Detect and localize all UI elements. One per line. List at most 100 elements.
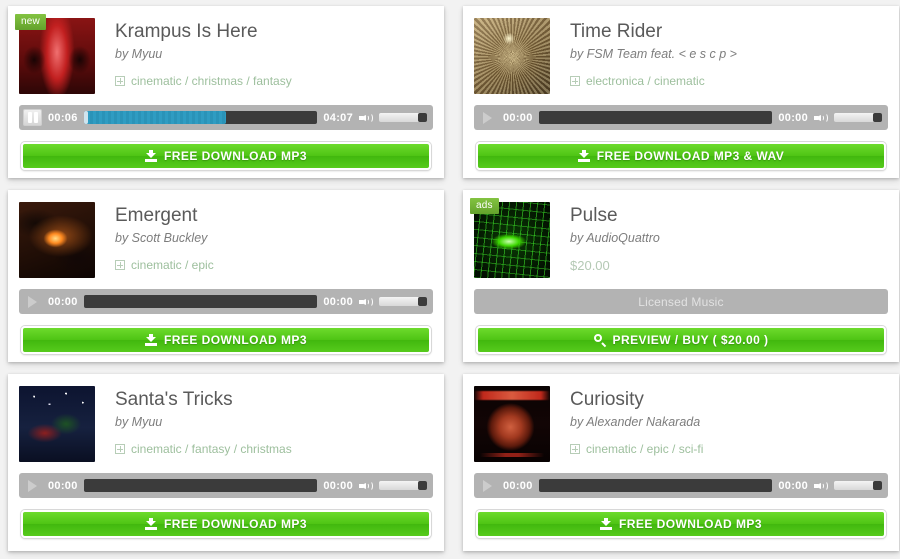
- speaker-body: [359, 299, 363, 304]
- volume-knob[interactable]: [418, 481, 427, 490]
- track-tags[interactable]: cinematic / fantasy / christmas: [115, 442, 292, 456]
- track-title[interactable]: Krampus Is Here: [115, 21, 292, 43]
- download-icon: [577, 150, 590, 162]
- progress-track[interactable]: [83, 479, 318, 492]
- total-time: 00:00: [778, 479, 808, 492]
- volume-knob[interactable]: [873, 113, 882, 122]
- track-card-grid: new Krampus Is Here by Myuu cinematic / chr…: [0, 0, 900, 554]
- thumbnail-wrap: new: [15, 14, 95, 94]
- track-tags-label: cinematic / epic: [131, 258, 214, 272]
- audio-player: 00:00 00:00: [19, 289, 433, 314]
- volume-slider[interactable]: [834, 113, 882, 122]
- play-button[interactable]: [23, 293, 42, 310]
- volume-knob[interactable]: [418, 297, 427, 306]
- track-tags[interactable]: cinematic / epic / sci-fi: [570, 442, 703, 456]
- play-triangle-icon: [28, 295, 37, 308]
- track-card: Time Rider by FSM Team feat. < e s c p > e…: [463, 6, 899, 178]
- sound-wave-2: [822, 480, 828, 491]
- track-tags-label: cinematic / christmas / fantasy: [131, 74, 292, 88]
- volume-slider[interactable]: [379, 113, 427, 122]
- volume-slider[interactable]: [379, 297, 427, 306]
- download-arrow-head: [146, 521, 156, 526]
- play-triangle-icon: [28, 479, 37, 492]
- volume-icon[interactable]: [814, 112, 828, 124]
- track-tags[interactable]: electronica / cinematic: [570, 74, 737, 88]
- track-title[interactable]: Emergent: [115, 205, 214, 227]
- play-button[interactable]: [478, 477, 497, 494]
- audio-player: 00:00 00:00: [474, 473, 888, 498]
- download-tray: [145, 159, 157, 162]
- volume-icon[interactable]: [359, 296, 373, 308]
- free-download-button[interactable]: FREE DOWNLOAD MP3: [21, 510, 431, 538]
- progress-track[interactable]: [538, 111, 773, 124]
- audio-player: 00:00 00:00: [19, 473, 433, 498]
- thumbnail-wrap: [19, 202, 95, 278]
- track-title[interactable]: Curiosity: [570, 389, 703, 411]
- volume-slider[interactable]: [834, 481, 882, 490]
- free-download-button[interactable]: FREE DOWNLOAD MP3: [476, 510, 886, 538]
- play-button[interactable]: [23, 477, 42, 494]
- free-download-button[interactable]: FREE DOWNLOAD MP3 & WAV: [476, 142, 886, 170]
- track-tags[interactable]: cinematic / christmas / fantasy: [115, 74, 292, 88]
- track-artist[interactable]: by AudioQuattro: [570, 231, 660, 246]
- thumbnail-wrap: [474, 386, 550, 462]
- track-card-header: Emergent by Scott Buckley cinematic / epic: [19, 202, 433, 278]
- download-tray: [145, 527, 157, 530]
- album-art-emergent[interactable]: [19, 202, 95, 278]
- search-handle: [600, 342, 606, 348]
- progress-track[interactable]: [83, 295, 318, 308]
- audio-player: 00:00 00:00: [474, 105, 888, 130]
- pause-button[interactable]: [23, 109, 42, 126]
- total-time: 00:00: [778, 111, 808, 124]
- free-download-button[interactable]: FREE DOWNLOAD MP3: [21, 142, 431, 170]
- volume-knob[interactable]: [418, 113, 427, 122]
- current-time: 00:00: [503, 479, 533, 492]
- licensed-music-strip: Licensed Music: [474, 289, 888, 314]
- track-meta: Emergent by Scott Buckley cinematic / epic: [95, 202, 214, 272]
- thumbnail-wrap: [19, 386, 95, 462]
- volume-icon[interactable]: [359, 480, 373, 492]
- track-tags[interactable]: cinematic / epic: [115, 258, 214, 272]
- track-title[interactable]: Pulse: [570, 205, 660, 227]
- progress-track[interactable]: [83, 111, 318, 124]
- track-meta: Krampus Is Here by Myuu cinematic / christ…: [95, 18, 292, 88]
- play-button[interactable]: [478, 109, 497, 126]
- track-card: Emergent by Scott Buckley cinematic / epic…: [8, 190, 444, 362]
- track-title[interactable]: Time Rider: [570, 21, 737, 43]
- progress-track[interactable]: [538, 479, 773, 492]
- play-triangle-icon: [483, 111, 492, 124]
- current-time: 00:06: [48, 111, 78, 124]
- pause-bar-left: [27, 112, 32, 123]
- track-artist[interactable]: by Alexander Nakarada: [570, 415, 703, 430]
- volume-slider[interactable]: [379, 481, 427, 490]
- progress-knob[interactable]: [83, 111, 88, 124]
- album-art-santas-tricks[interactable]: [19, 386, 95, 462]
- plus-box-icon: [115, 76, 125, 86]
- track-tags-label: electronica / cinematic: [586, 74, 705, 88]
- sound-wave-2: [822, 112, 828, 123]
- album-art-time-rider[interactable]: [474, 18, 550, 94]
- plus-box-icon: [115, 260, 125, 270]
- speaker-body: [814, 483, 818, 488]
- track-tags-label: cinematic / epic / sci-fi: [586, 442, 704, 456]
- track-artist[interactable]: by Myuu: [115, 415, 292, 430]
- download-tray: [145, 343, 157, 346]
- track-card: ads Pulse by AudioQuattro $20.00 Licensed Mu…: [463, 190, 899, 362]
- track-artist[interactable]: by Scott Buckley: [115, 231, 214, 246]
- current-time: 00:00: [48, 295, 78, 308]
- volume-icon[interactable]: [359, 112, 373, 124]
- cta-label: PREVIEW / BUY ( $20.00 ): [612, 333, 769, 347]
- plus-box-icon: [570, 76, 580, 86]
- track-artist[interactable]: by FSM Team feat. < e s c p >: [570, 47, 737, 62]
- current-time: 00:00: [48, 479, 78, 492]
- track-card: Curiosity by Alexander Nakarada cinematic …: [463, 374, 899, 551]
- track-artist[interactable]: by Myuu: [115, 47, 292, 62]
- volume-icon[interactable]: [814, 480, 828, 492]
- download-icon: [145, 518, 157, 530]
- preview-buy-button[interactable]: PREVIEW / BUY ( $20.00 ): [476, 326, 886, 354]
- volume-knob[interactable]: [873, 481, 882, 490]
- track-title[interactable]: Santa's Tricks: [115, 389, 292, 411]
- album-art-curiosity[interactable]: [474, 386, 550, 462]
- download-icon: [600, 518, 612, 530]
- free-download-button[interactable]: FREE DOWNLOAD MP3: [21, 326, 431, 354]
